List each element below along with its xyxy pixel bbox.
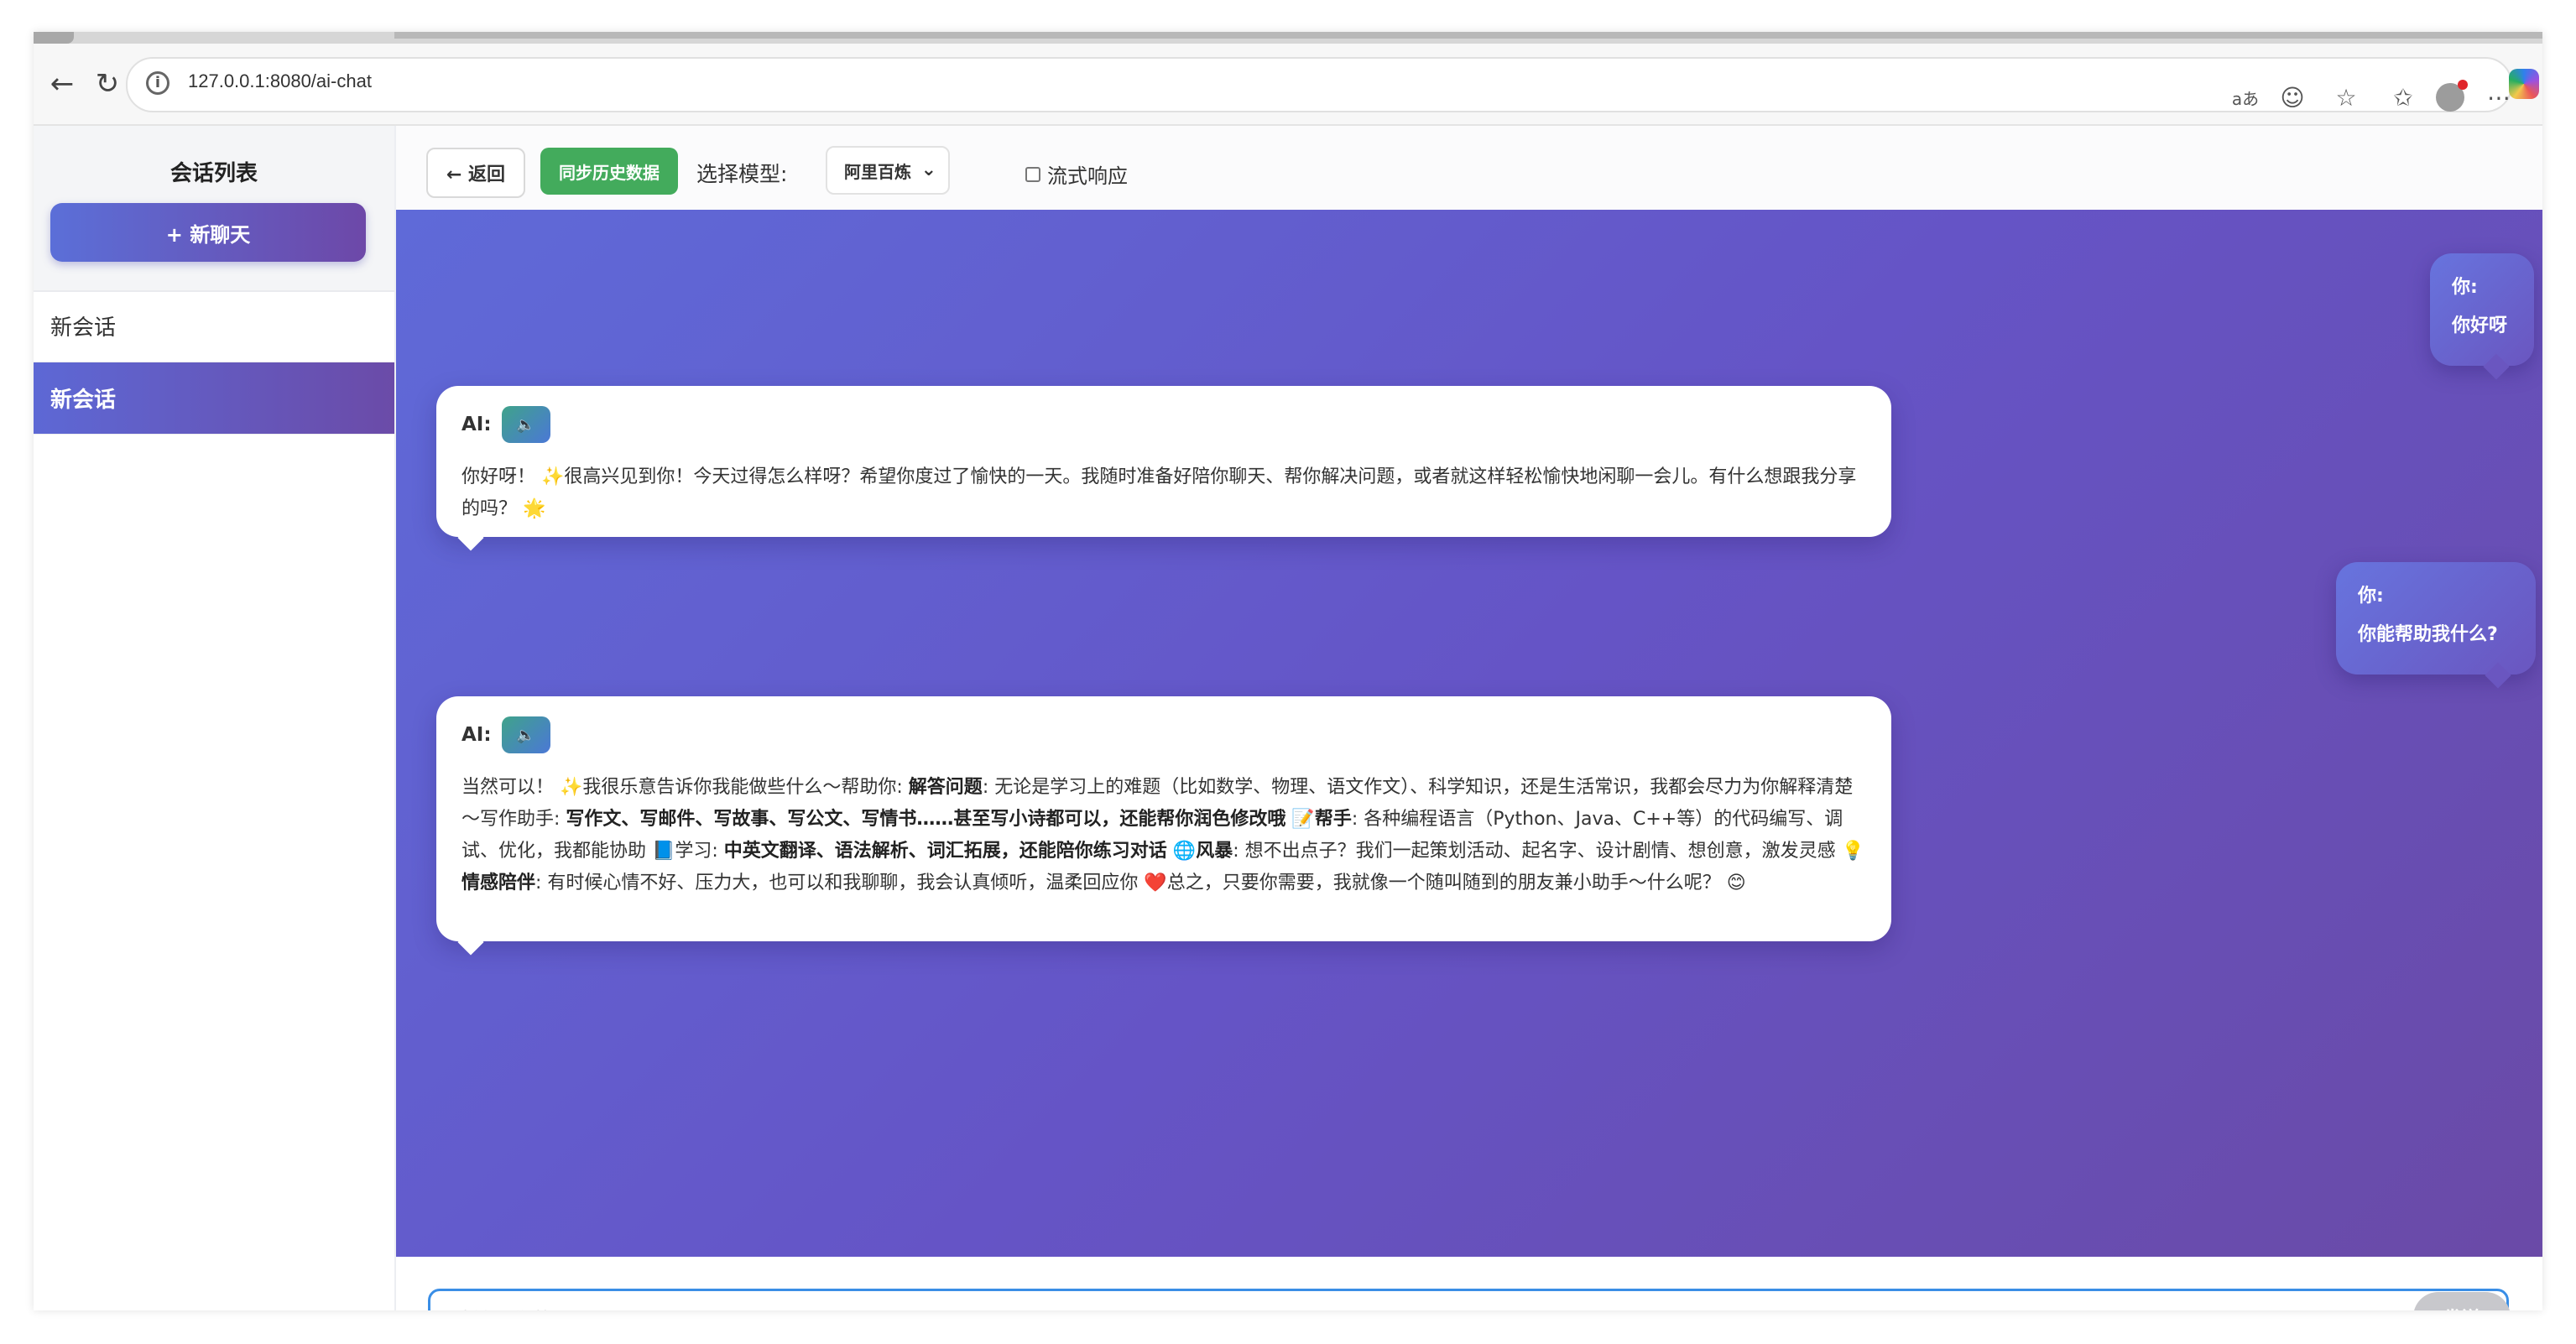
- new-chat-button[interactable]: + 新聊天: [50, 203, 366, 262]
- message-segment: 📝: [1285, 809, 1315, 830]
- back-button[interactable]: ← 返回: [426, 148, 525, 198]
- message-emphasis: 风暴: [1196, 841, 1233, 862]
- url-text[interactable]: 127.0.0.1:8080/ai-chat: [188, 70, 372, 92]
- ai-message: AI: 🔈 你好呀！ ✨很高兴见到你！今天过得怎么样呀？希望你度过了愉快的一天。…: [436, 386, 1891, 537]
- favorite-star-icon[interactable]: ☆: [2326, 77, 2366, 117]
- stream-label: 流式响应: [1047, 164, 1128, 188]
- send-button[interactable]: 发送: [2413, 1292, 2511, 1310]
- chat-input[interactable]: 请输入你的问题...: [428, 1289, 2509, 1310]
- session-item-active[interactable]: 新会话: [34, 362, 394, 435]
- message-sender: 你:: [2452, 277, 2478, 298]
- message-segment: 当然可以！ ✨我很乐意告诉你我能做些什么～帮助你:: [461, 777, 909, 798]
- speaker-icon[interactable]: 🔈: [501, 716, 550, 753]
- message-emphasis: 中英文翻译、语法解析、词汇拓展，还能陪你练习对话: [723, 841, 1167, 862]
- sidebar-title: 会话列表: [169, 161, 258, 186]
- model-select-value: 阿里百炼: [844, 161, 911, 182]
- message-sender: AI:: [461, 724, 492, 746]
- collections-icon[interactable]: ✩: [2383, 77, 2423, 117]
- chevron-down-icon: ⌄: [920, 159, 936, 180]
- back-arrow-icon[interactable]: ←: [39, 60, 86, 107]
- stream-toggle[interactable]: 流式响应: [1025, 159, 1128, 189]
- browser-window: ← ↻ i 127.0.0.1:8080/ai-chat aあ ☺ ☆ ✩ ⋯ …: [34, 32, 2542, 1310]
- refresh-icon[interactable]: ↻: [84, 60, 131, 107]
- user-message: 你: 你能帮助我什么?: [2336, 562, 2536, 675]
- ai-message: AI: 🔈 当然可以！ ✨我很乐意告诉你我能做些什么～帮助你: 解答问题: 无论…: [436, 696, 1891, 941]
- url-field[interactable]: i 127.0.0.1:8080/ai-chat aあ ☺ ☆ ✩ ⋯: [126, 57, 2512, 112]
- message-sender: 你:: [2358, 586, 2384, 607]
- model-select[interactable]: 阿里百炼 ⌄: [826, 146, 950, 195]
- message-emphasis: 写作文、写邮件、写故事、写公文、写情书……甚至写小诗都可以，还能帮你润色修改哦: [566, 809, 1286, 830]
- message-segment: : 想不出点子？我们一起策划活动、起名字、设计剧情、想创意，激发灵感 💡: [1233, 841, 1865, 862]
- message-text: 当然可以！ ✨我很乐意告诉你我能做些什么～帮助你: 解答问题: 无论是学习上的难…: [461, 772, 1866, 899]
- message-emphasis: 帮手: [1314, 809, 1352, 830]
- session-sidebar: 会话列表 + 新聊天 新会话 新会话: [34, 126, 396, 1310]
- address-bar: ← ↻ i 127.0.0.1:8080/ai-chat aあ ☺ ☆ ✩ ⋯: [34, 44, 2542, 126]
- profile-icon[interactable]: [2430, 77, 2470, 117]
- message-segment: 🌐: [1166, 841, 1197, 862]
- sidebar-header: 会话列表 + 新聊天: [34, 126, 394, 292]
- session-item[interactable]: 新会话: [34, 290, 394, 362]
- sync-history-button[interactable]: 同步历史数据: [540, 148, 678, 195]
- chat-toolbar: ← 返回 同步历史数据 选择模型: 阿里百炼 ⌄ 流式响应: [396, 126, 2542, 211]
- message-sender: AI:: [461, 414, 492, 435]
- stream-checkbox[interactable]: [1025, 166, 1040, 182]
- message-text: 你好呀！ ✨很高兴见到你！今天过得怎么样呀？希望你度过了愉快的一天。我随时准备好…: [461, 466, 1857, 519]
- read-aloud-icon[interactable]: aあ: [2225, 77, 2266, 117]
- browser-tab-strip: [34, 32, 2542, 44]
- browser-tab[interactable]: [34, 32, 74, 44]
- message-segment: : 有时候心情不好、压力大，也可以和我聊聊，我会认真倾听，温柔回应你 ❤️总之，…: [535, 873, 1746, 893]
- model-label: 选择模型:: [696, 162, 788, 186]
- message-text: 你好呀: [2452, 315, 2508, 336]
- message-emphasis: 情感陪伴: [461, 873, 536, 893]
- chat-main: ← 返回 同步历史数据 选择模型: 阿里百炼 ⌄ 流式响应 你: 你好呀 AI:…: [396, 126, 2542, 1310]
- chat-messages[interactable]: 你: 你好呀 AI: 🔈 你好呀！ ✨很高兴见到你！今天过得怎么样呀？希望你度过…: [396, 210, 2542, 1257]
- info-icon[interactable]: i: [146, 71, 169, 95]
- input-area: 请输入你的问题... 发送: [396, 1257, 2542, 1310]
- message-text: 你能帮助我什么?: [2358, 624, 2498, 645]
- user-message: 你: 你好呀: [2430, 253, 2534, 366]
- browser-tab-strip-fill: [394, 32, 2542, 39]
- app-root: 会话列表 + 新聊天 新会话 新会话 ← 返回 同步历史数据 选择模型: 阿里百…: [34, 126, 2542, 1310]
- message-emphasis: 解答问题: [908, 777, 983, 798]
- copilot-icon[interactable]: [2504, 64, 2542, 104]
- emoji-icon[interactable]: ☺: [2272, 77, 2313, 117]
- speaker-icon[interactable]: 🔈: [501, 406, 550, 443]
